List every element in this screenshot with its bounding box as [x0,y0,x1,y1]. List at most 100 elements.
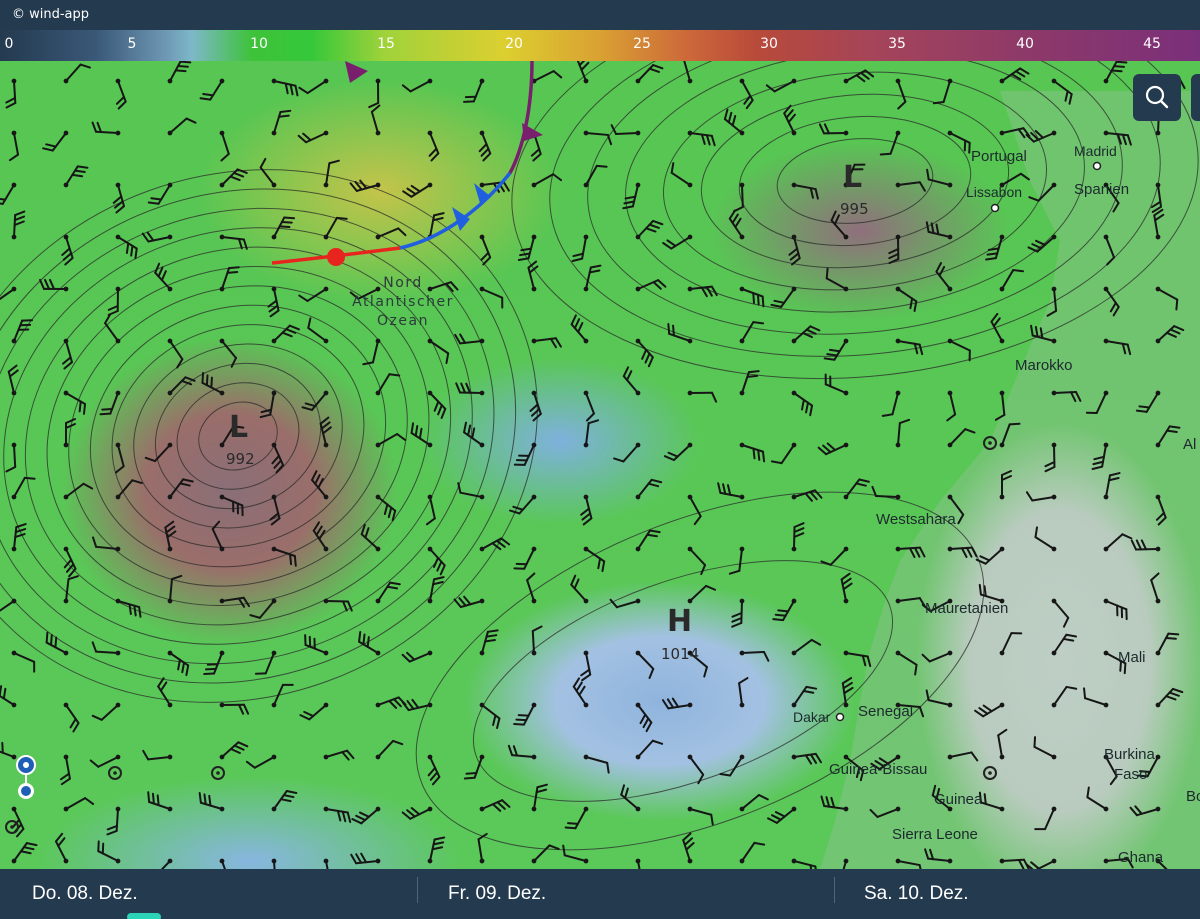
wind-barb [271,790,298,812]
wind-barb [583,754,610,774]
isobar [0,188,517,684]
ocean-label-line: Ozean [377,313,429,329]
wind-barb [947,130,971,154]
search-button[interactable] [1133,74,1181,121]
layers-button[interactable] [1191,74,1200,121]
wind-barb [527,260,539,292]
scale-tick: 20 [505,36,523,52]
wind-barb [201,372,225,396]
isobar [24,246,452,626]
scale-tick: 25 [633,36,651,52]
day-tab-thursday[interactable]: Do. 08. Dez. [32,883,138,905]
wind-barb [307,317,329,344]
wind-barb [219,858,231,869]
wind-barb [479,234,492,266]
wind-barb [662,234,693,250]
wind-barb [513,702,537,726]
place-label: Ghana [1118,849,1164,866]
wind-barb [147,791,173,812]
wind-barb [219,702,250,715]
place-label: Bo [1186,788,1200,805]
place-label: Mali [1118,649,1146,666]
wind-barb [947,428,976,448]
weather-map[interactable]: Nord Atlantischer Ozean Portugal Madrid … [0,61,1200,869]
wind-barb [526,572,537,604]
wind-barb [635,702,653,733]
place-label: Al [1183,436,1197,453]
wind-barb [375,494,397,522]
wind-barb [63,482,94,500]
place-label: Spanien [1074,181,1130,198]
wind-barb [728,546,745,575]
pressure-low-label: L [229,410,249,445]
active-day-indicator[interactable] [127,913,161,919]
wind-barb [791,685,818,708]
wind-barb [375,739,404,760]
day-tab-saturday[interactable]: Sa. 10. Dez. [864,883,969,905]
cold-front-marker [452,207,470,231]
wind-barb [167,61,192,84]
wind-barb [925,221,953,240]
wind-barb [157,677,173,708]
wind-barb [453,595,485,609]
wind-barb [375,373,401,396]
wind-barb [507,744,537,760]
search-icon[interactable] [1133,74,1181,121]
wind-barb [5,78,17,109]
wind-barb [198,791,225,812]
wind-barb [791,858,818,869]
wind-barb [360,523,381,552]
place-label: Marokko [1015,357,1073,374]
wind-barb [219,494,244,517]
scale-tick: 45 [1143,36,1161,52]
wind-barb [107,286,121,316]
ocean-label-line: Nord [383,275,423,291]
wind-barb [895,338,924,356]
wind-barb [259,390,277,419]
wind-barb [613,442,641,463]
wind-barb [985,234,1005,261]
wind-barb [791,522,805,552]
wind-barb [562,844,589,864]
pressure-low-value: 992 [226,450,255,468]
wind-barb [583,164,608,188]
wind-barb [115,78,127,110]
location-pin[interactable] [14,755,38,803]
wind-barb [454,333,485,345]
top-bar: © wind-app [0,0,1200,30]
wind-barb [531,844,560,864]
calm-marker [988,441,992,445]
wind-barb [895,181,926,192]
wind-barb [271,442,285,474]
wind-barb [91,702,121,721]
wind-barb [350,852,381,865]
timeline-bar: Do. 08. Dez. Fr. 09. Dez. Sa. 10. Dez. [0,869,1200,919]
wind-barb [311,470,329,500]
wind-barb [271,109,292,136]
wind-barb [410,422,433,448]
wind-barb [479,629,499,656]
wind-barb [39,278,69,292]
wind-barb [299,702,329,721]
wind-barb [427,130,440,162]
scale-tick: 5 [127,36,137,52]
location-pin-icon[interactable] [14,755,38,803]
wind-barb [5,442,17,473]
wind-barb [402,182,433,198]
wind-barb [791,390,814,417]
wind-barb [106,806,121,836]
wind-barb [479,799,511,812]
wind-barb [513,442,537,466]
wind-barb [298,78,329,95]
wind-barb [739,321,765,344]
day-tab-friday[interactable]: Fr. 09. Dez. [448,883,546,905]
occluded-front-marker [522,123,543,141]
wind-barb [219,338,238,368]
wind-barb [682,61,693,84]
place-label: Mauretanien [925,600,1009,617]
wind-barb [932,78,953,105]
wind-barb [788,234,801,266]
wind-barb [167,574,183,604]
place-label: Westsahara [876,511,956,528]
wind-barb [219,130,230,162]
